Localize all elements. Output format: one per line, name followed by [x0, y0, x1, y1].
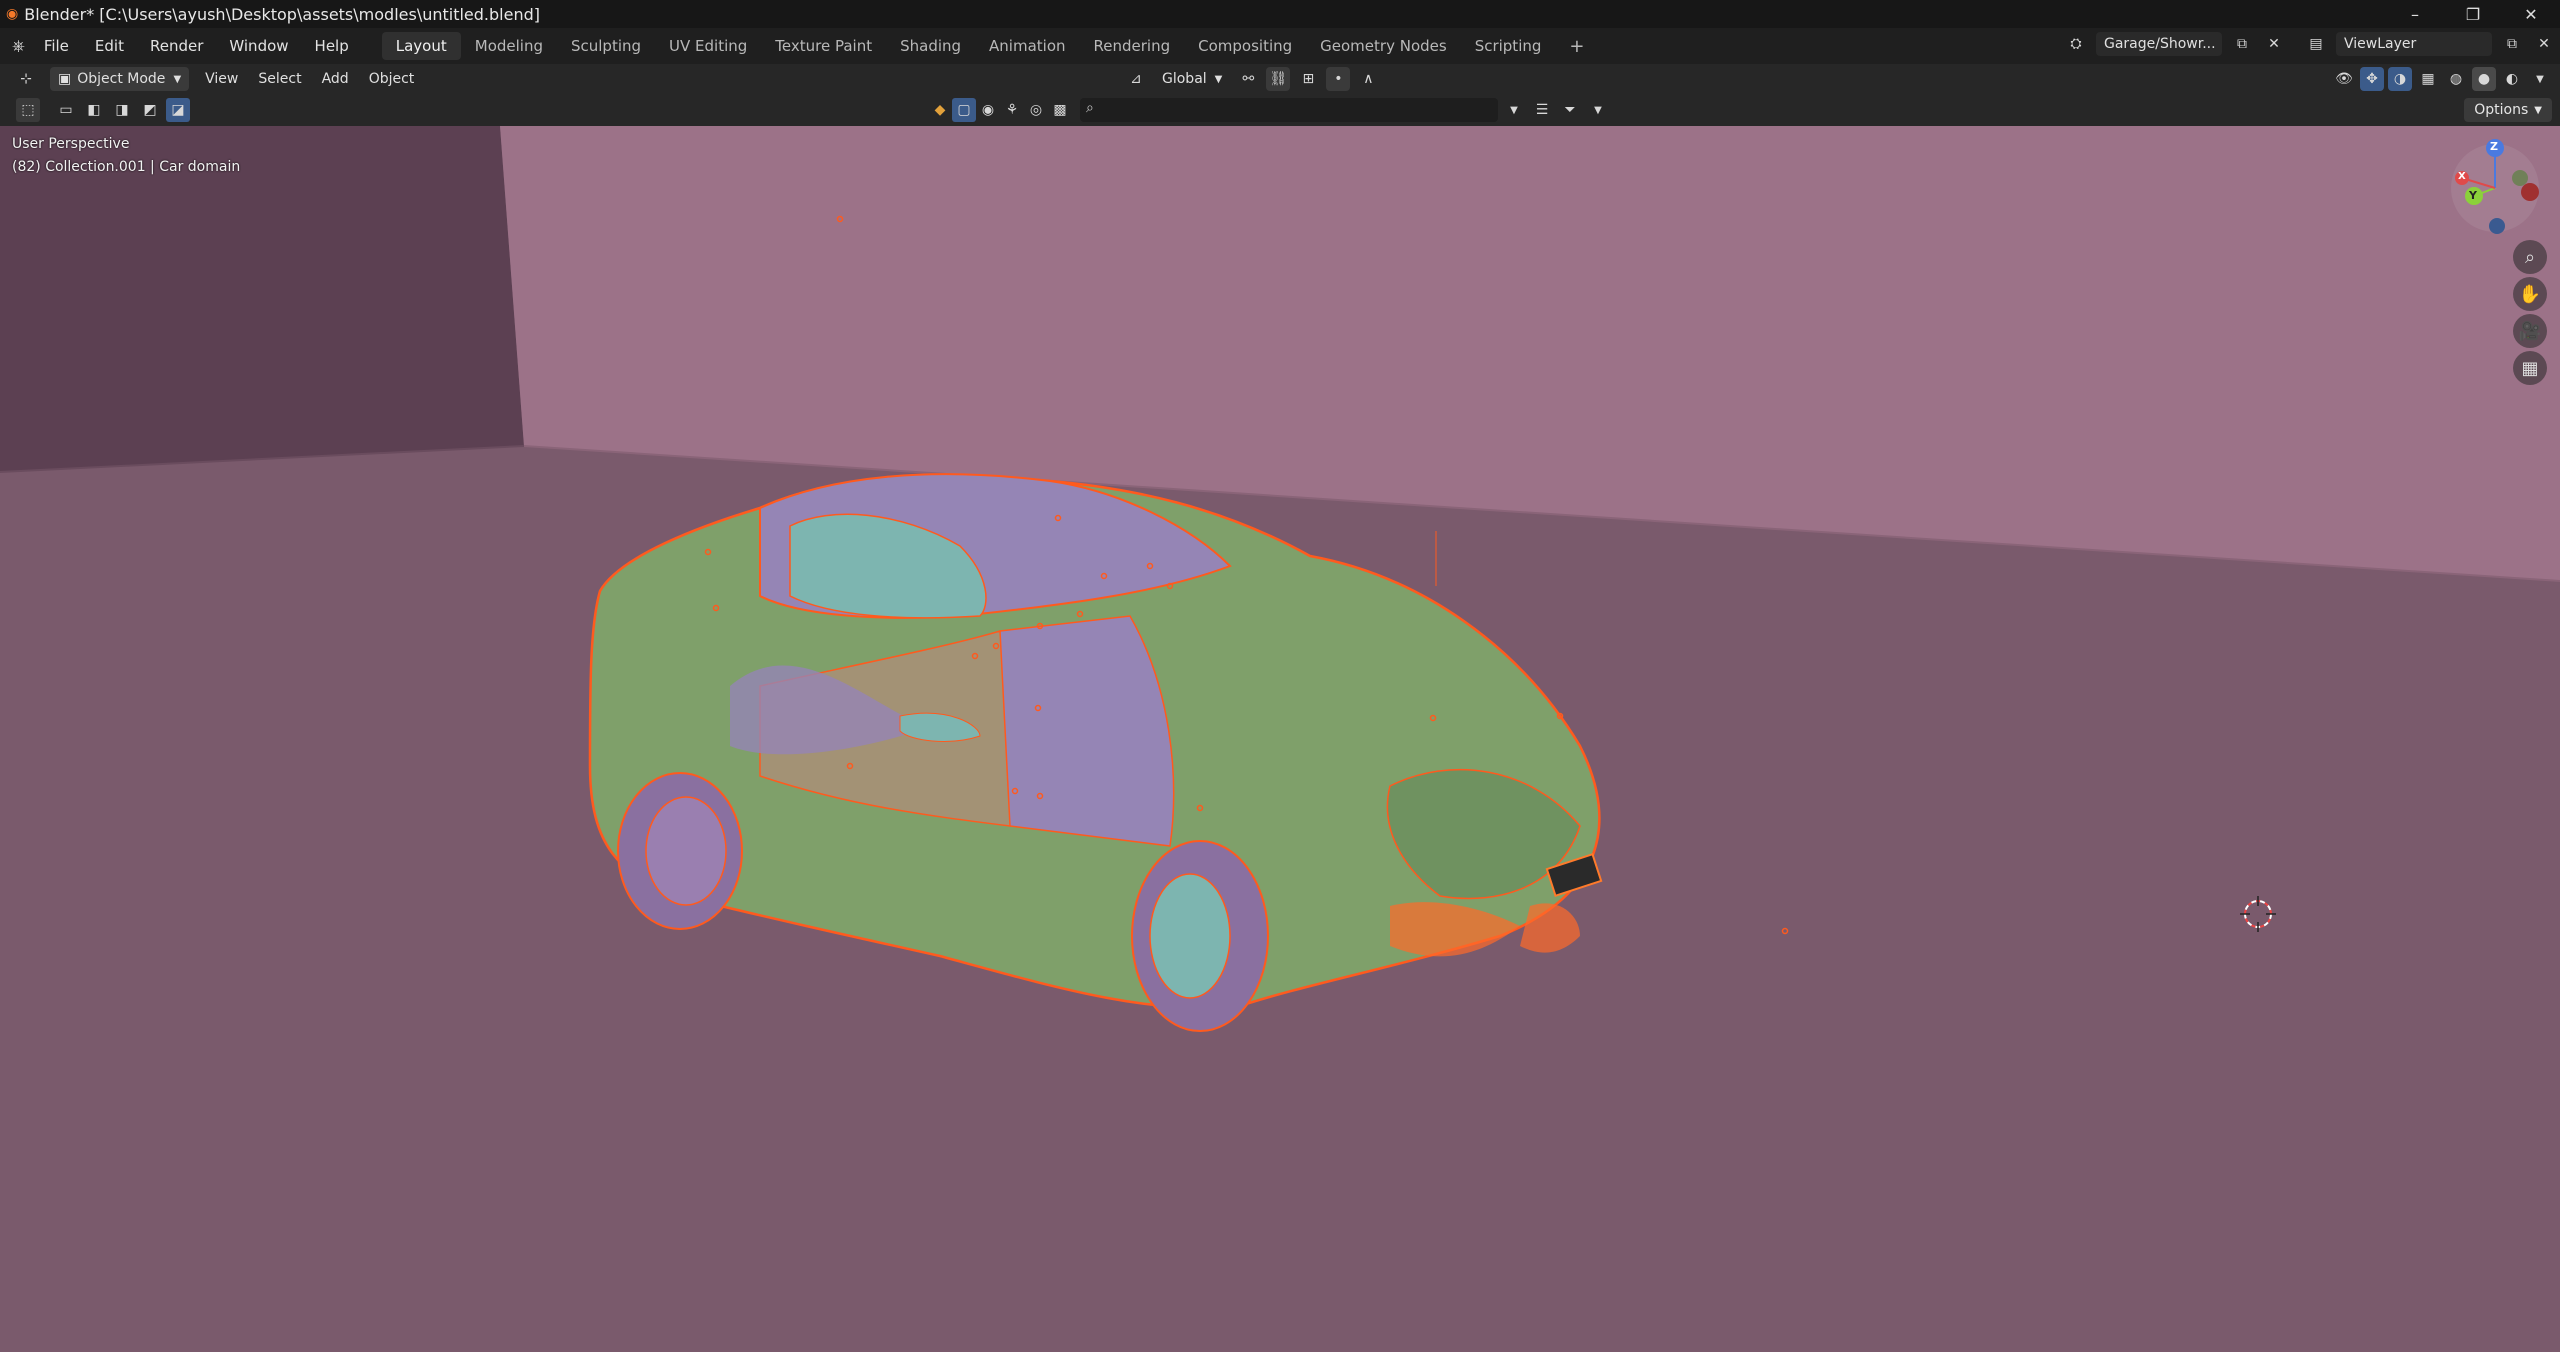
- tab-uv-editing[interactable]: UV Editing: [655, 32, 761, 60]
- options-label: Options: [2474, 102, 2529, 118]
- door-panel: [992, 615, 1175, 847]
- filter-sphere-icon[interactable]: ◉: [976, 98, 1000, 122]
- tab-scripting[interactable]: Scripting: [1461, 32, 1556, 60]
- gizmo-x-label: X: [2458, 171, 2466, 182]
- object-mode-dropdown[interactable]: ▣ Object Mode ▼: [50, 67, 190, 91]
- tab-rendering[interactable]: Rendering: [1080, 32, 1185, 60]
- menu-select[interactable]: Select: [248, 71, 311, 87]
- menu-render[interactable]: Render: [137, 28, 216, 64]
- delete-view-layer-icon[interactable]: ✕: [2532, 32, 2556, 56]
- scene-icon[interactable]: ⛭: [2064, 32, 2088, 56]
- view-layer-selector[interactable]: ViewLayer: [2336, 32, 2492, 56]
- 3d-viewport[interactable]: User Perspective (82) Collection.001 | C…: [0, 126, 2560, 1352]
- viewport-perspective-label: User Perspective: [12, 136, 130, 152]
- menu-file[interactable]: File: [31, 28, 82, 64]
- tab-texture-paint[interactable]: Texture Paint: [761, 32, 886, 60]
- tab-sculpting[interactable]: Sculpting: [557, 32, 655, 60]
- solid-shading-icon[interactable]: ●: [2472, 67, 2496, 91]
- maximize-button[interactable]: ❐: [2444, 0, 2502, 28]
- gizmo-z-label: Z: [2490, 140, 2498, 153]
- close-button[interactable]: ✕: [2502, 0, 2560, 28]
- filter-icon[interactable]: ⏷: [1558, 98, 1582, 122]
- menu-edit[interactable]: Edit: [82, 28, 137, 64]
- menu-add[interactable]: Add: [312, 71, 359, 87]
- select-intersect-icon[interactable]: ◪: [166, 98, 190, 122]
- menu-window[interactable]: Window: [216, 28, 301, 64]
- filter-object-icon[interactable]: ▢: [952, 98, 976, 122]
- grid-ortho-icon[interactable]: ▦: [2513, 351, 2547, 385]
- visibility-icon[interactable]: 👁: [2332, 67, 2356, 91]
- object-mode-icon: ▣: [58, 71, 72, 87]
- chevron-down-icon[interactable]: ▼: [1586, 98, 1610, 122]
- tab-shading[interactable]: Shading: [886, 32, 975, 60]
- snap-icon[interactable]: ⛓: [1266, 67, 1291, 91]
- rear-rim: [645, 796, 727, 906]
- search-icon: ⌕: [1086, 100, 1094, 116]
- chevron-down-icon: ▼: [1214, 73, 1223, 85]
- title-bar: ◉ Blender* [C:\Users\ayush\Desktop\asset…: [0, 0, 2560, 28]
- select-box-icon[interactable]: ▭: [54, 98, 78, 122]
- filter-world-icon[interactable]: ◎: [1024, 98, 1048, 122]
- gizmo-toggle-icon[interactable]: ✥: [2360, 67, 2384, 91]
- select-subtract-icon[interactable]: ◨: [110, 98, 134, 122]
- front-rim: [1149, 873, 1231, 999]
- select-invert-icon[interactable]: ◩: [138, 98, 162, 122]
- orientation-dropdown[interactable]: Global ▼: [1154, 67, 1230, 91]
- left-wall: [0, 126, 524, 472]
- tab-layout[interactable]: Layout: [381, 32, 461, 60]
- chevron-down-icon[interactable]: ▼: [1502, 98, 1526, 122]
- orientation-label: Global: [1162, 71, 1207, 87]
- proportional-icon[interactable]: •: [1326, 67, 1351, 91]
- filter-brush-icon[interactable]: ⚘: [1000, 98, 1024, 122]
- hand-pan-icon[interactable]: ✋: [2513, 277, 2547, 311]
- select-tool-icon[interactable]: ⬚: [16, 98, 40, 122]
- list-view-icon[interactable]: ☰: [1530, 98, 1554, 122]
- select-extend-icon[interactable]: ◧: [82, 98, 106, 122]
- chevron-down-icon: ▼: [173, 73, 182, 85]
- delete-scene-icon[interactable]: ✕: [2262, 32, 2286, 56]
- filter-texture-icon[interactable]: ▩: [1048, 98, 1072, 122]
- top-menu-bar: ⎈ File Edit Render Window Help Layout Mo…: [0, 28, 2560, 64]
- minimize-button[interactable]: –: [2386, 0, 2444, 28]
- tab-modeling[interactable]: Modeling: [461, 32, 557, 60]
- tool-header: ⬚ ▭ ◧ ◨ ◩ ◪ ◆ ▢ ◉ ⚘ ◎ ▩ ⌕ ▼ ☰ ⏷ ▼ Option…: [0, 94, 2560, 126]
- search-input[interactable]: ⌕: [1080, 98, 1498, 122]
- new-scene-icon[interactable]: ⧉: [2230, 32, 2254, 56]
- overlay-toggle-icon[interactable]: ◑: [2388, 67, 2412, 91]
- window-title: Blender* [C:\Users\ayush\Desktop\assets\…: [24, 4, 540, 24]
- viewport-scene: [0, 126, 2560, 1352]
- blender-menu-icon[interactable]: ⎈: [12, 36, 25, 56]
- zoom-icon[interactable]: ⌕: [2513, 240, 2547, 274]
- filter-mesh-icon[interactable]: ◆: [928, 98, 952, 122]
- view-layer-icon[interactable]: ▤: [2304, 32, 2328, 56]
- tab-compositing[interactable]: Compositing: [1184, 32, 1306, 60]
- tab-animation[interactable]: Animation: [975, 32, 1079, 60]
- menu-view[interactable]: View: [195, 71, 248, 87]
- transform-pivot-icon[interactable]: ⚯: [1236, 67, 1260, 91]
- scene-selector[interactable]: Garage/Showr...: [2096, 32, 2222, 56]
- chevron-down-icon[interactable]: ▼: [2528, 67, 2552, 91]
- gizmo-y-label: Y: [2469, 189, 2477, 202]
- falloff-icon[interactable]: ∧: [1356, 67, 1380, 91]
- object-mode-label: Object Mode: [77, 71, 166, 87]
- menu-help[interactable]: Help: [302, 28, 362, 64]
- material-shading-icon[interactable]: ◐: [2500, 67, 2524, 91]
- new-view-layer-icon[interactable]: ⧉: [2500, 32, 2524, 56]
- chevron-down-icon: ▼: [2534, 104, 2542, 116]
- viewport-collection-label: (82) Collection.001 | Car domain: [12, 159, 241, 175]
- xray-icon[interactable]: ▦: [2416, 67, 2440, 91]
- transform-orientation-icon: ⊿: [1130, 71, 1142, 87]
- wireframe-shading-icon[interactable]: ◍: [2444, 67, 2468, 91]
- options-dropdown[interactable]: Options ▼: [2464, 98, 2552, 122]
- editor-type-icon[interactable]: ⊹: [14, 67, 38, 91]
- menu-object[interactable]: Object: [359, 71, 425, 87]
- viewport-header: ⊹ ▣ Object Mode ▼ View Select Add Object…: [0, 64, 2560, 94]
- snap-target-icon[interactable]: ⊞: [1296, 67, 1320, 91]
- camera-view-icon[interactable]: 🎥: [2513, 314, 2547, 348]
- add-workspace-button[interactable]: +: [1555, 32, 1598, 60]
- blender-logo-icon: ◉: [6, 6, 19, 22]
- tab-geometry-nodes[interactable]: Geometry Nodes: [1306, 32, 1461, 60]
